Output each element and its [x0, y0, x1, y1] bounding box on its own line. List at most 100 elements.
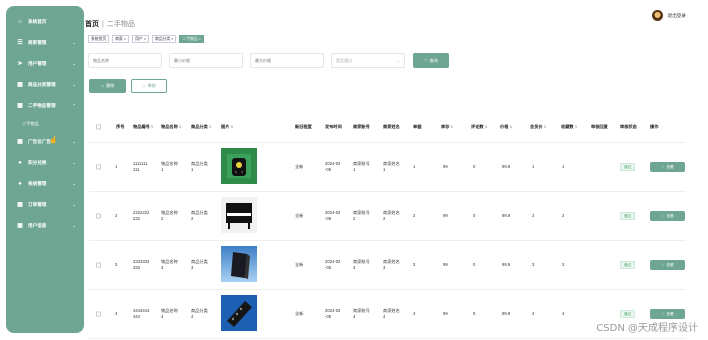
col-review-reply[interactable]: 审核回复 [591, 124, 608, 130]
window-icon: ▣ [17, 222, 23, 229]
cell-category: 商品分类 1 [191, 161, 208, 172]
view-icon: ♡ [661, 214, 665, 218]
cell-merchant-name: 商家姓名 3 [383, 259, 400, 270]
cell-category: 商品分类 2 [191, 210, 208, 221]
cell-date: 2024-02 -05 [325, 259, 341, 270]
cell-merchant-name: 商家姓名 4 [383, 308, 400, 319]
sidebar-item-merchant[interactable]: ☰ 商家管理 ⌄ [6, 32, 84, 53]
tag-category[interactable]: 商品分类 × [151, 35, 177, 43]
row-checkbox[interactable] [96, 213, 101, 219]
max-price-input[interactable] [250, 53, 324, 68]
status-select[interactable]: 是否通过 ⌄ [331, 53, 405, 68]
user-menu[interactable]: 退出登录 [651, 10, 686, 21]
grid-icon: ▦ [17, 201, 23, 208]
status-badge: 通过 [620, 261, 636, 269]
cell-condition: 全新 [295, 213, 304, 218]
tag-home[interactable]: 系统首页 [88, 35, 110, 43]
cell-code: 2222222 222 [133, 210, 150, 221]
tag-merchant[interactable]: 商家 × [112, 35, 130, 43]
cell-review-status: 通过 [620, 212, 636, 220]
tag-user[interactable]: 用户 × [132, 35, 149, 43]
col-picture: 图片⇅ [221, 124, 234, 129]
cell-picture[interactable] [221, 197, 257, 235]
view-button[interactable]: ♡ 查看 [650, 309, 685, 319]
breadcrumb-current: 二手物品 [106, 21, 135, 28]
cell-date: 2024-02 -05 [325, 161, 341, 172]
tag-secondhand[interactable]: 二手物品 × [179, 35, 204, 43]
sidebar-item-ads[interactable]: ▦ 广告位广告 ⌄ [6, 131, 84, 152]
sidebar-item-category[interactable]: ▦ 商品分类管理 ⌄ [6, 74, 84, 95]
chevron-down-icon: ⌄ [396, 58, 400, 63]
sidebar-item-home[interactable]: ⌂ 系统首页 [6, 11, 84, 32]
view-button[interactable]: ♡ 查看 [650, 162, 685, 172]
send-icon: ➤ [17, 60, 23, 67]
chevron-down-icon: ⌄ [72, 202, 76, 207]
select-all-checkbox[interactable] [96, 124, 101, 130]
cell-name: 物品名称 2 [161, 210, 178, 221]
col-date[interactable]: 发布时间 [325, 124, 342, 130]
cell-favorites: 1 [562, 164, 565, 169]
col-price[interactable]: 价格⇅ [500, 124, 512, 130]
row-checkbox[interactable] [96, 262, 101, 268]
cell-price: 99.9 [502, 311, 511, 316]
col-merchant-account[interactable]: 商家账号 [353, 124, 370, 130]
row-checkbox[interactable] [96, 164, 101, 170]
cell-name: 物品名称 4 [161, 308, 178, 319]
sidebar-item-system[interactable]: ● 系统管理 ⌄ [6, 173, 84, 194]
col-stock[interactable]: 库存⇅ [441, 124, 453, 130]
delete-button[interactable]: ♡ 删除 [89, 79, 126, 93]
cell-index: 2 [115, 213, 118, 218]
breadcrumb-home[interactable]: 首页 [85, 21, 99, 28]
bulb-icon: ● [18, 180, 22, 187]
cell-favorites: 3 [562, 262, 565, 267]
sidebar-item-label: 用户信息 [28, 222, 47, 228]
product-image-tvremote [221, 295, 257, 331]
cell-review-status: 通过 [620, 310, 636, 318]
logout-label[interactable]: 退出登录 [668, 13, 686, 19]
cell-picture[interactable] [221, 148, 257, 186]
sidebar-subitem-secondhand[interactable]: 二手物品 [6, 116, 84, 131]
table-row: 1 1111111 111 物品名称 1 商品分类 1 全新 2024-02 -05 商… [89, 143, 686, 192]
search-icon: ♡ [424, 58, 428, 63]
search-button[interactable]: ♡ 查询 [413, 53, 449, 68]
col-condition[interactable]: 新旧程度 [295, 124, 312, 130]
grid-icon: ▦ [17, 81, 23, 88]
sidebar-item-label: 广告位广告 [28, 138, 51, 144]
col-code[interactable]: 物品编号⇅ [133, 124, 154, 130]
min-price-input[interactable] [169, 53, 243, 68]
table-row: 2 2222222 222 物品名称 2 商品分类 2 全新 2024-02 -05 商… [89, 192, 686, 241]
cell-stock: 99 [443, 262, 448, 267]
search-button-label: 查询 [429, 57, 438, 63]
view-icon: ♡ [661, 263, 665, 267]
col-favorites[interactable]: 收藏数⇅ [561, 124, 578, 130]
cell-merchant-account: 商家账号 2 [353, 210, 370, 221]
col-review-status[interactable]: 审核状态 [620, 124, 637, 130]
col-doc[interactable]: 单据 [413, 124, 421, 130]
sidebar-item-label: 积分兑换 [28, 159, 47, 165]
col-merchant-name[interactable]: 商家姓名 [383, 124, 400, 130]
cell-picture[interactable] [221, 295, 257, 333]
row-checkbox[interactable] [96, 311, 101, 317]
sidebar-item-users[interactable]: ➤ 用户管理 ⌄ [6, 53, 84, 74]
item-name-input[interactable] [88, 53, 162, 68]
sidebar-item-points[interactable]: ● 积分兑换 ⌄ [6, 152, 84, 173]
cell-picture[interactable] [221, 246, 257, 284]
sidebar-item-orders[interactable]: ▦ 订单管理 ⌄ [6, 194, 84, 215]
sidebar-subitem-label: 二手物品 [22, 120, 39, 126]
cell-merchant-account: 商家账号 4 [353, 308, 370, 319]
cell-doc: 3 [413, 262, 416, 267]
status-badge: 通过 [620, 212, 636, 220]
sidebar-item-secondhand[interactable]: ▦ 二手物品管理 ⌃ [6, 95, 84, 116]
delete-icon: ♡ [100, 83, 105, 89]
col-comments[interactable]: 评论数⇅ [471, 124, 488, 130]
col-name[interactable]: 物品名称⇅ [161, 124, 182, 130]
cell-vip-price: 1 [532, 164, 535, 169]
view-button[interactable]: ♡ 查看 [650, 211, 685, 221]
chevron-down-icon: ⌄ [72, 160, 76, 165]
sidebar-item-label: 二手物品管理 [28, 102, 56, 108]
sidebar-item-userinfo[interactable]: ▣ 用户信息 ⌄ [6, 215, 84, 236]
col-category[interactable]: 商品分类⇅ [191, 124, 212, 130]
col-vip-price[interactable]: 会员价⇅ [530, 124, 547, 130]
view-button[interactable]: ♡ 查看 [650, 260, 685, 270]
review-button[interactable]: ♡ 审核 [131, 79, 167, 93]
